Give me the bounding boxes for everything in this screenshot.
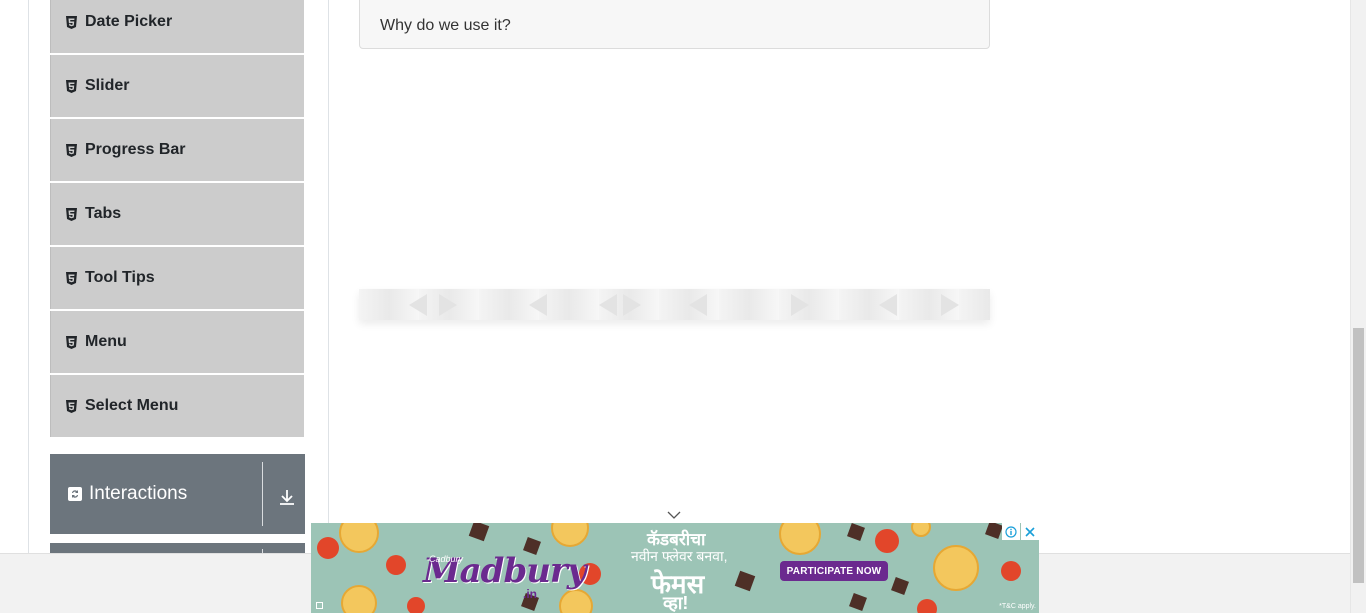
ad-corner-mark (316, 602, 323, 609)
ad-headline-line4: व्हा! (663, 593, 689, 613)
chocolate-decoration (849, 593, 867, 611)
chevron-down-icon[interactable] (666, 508, 682, 520)
sidebar-item-menu[interactable]: Menu (50, 311, 304, 373)
banner-placeholder (359, 289, 990, 320)
ad-banner[interactable]: Madbury Cadbury .in कॅडबरीचा नवीन फ्लेवर… (311, 523, 1039, 613)
left-divider (28, 0, 29, 553)
html5-icon (66, 399, 77, 413)
pineapple-decoration (551, 523, 589, 547)
sidebar-item-progress-bar[interactable]: Progress Bar (50, 119, 304, 181)
faq-question-text: Why do we use it? (380, 17, 511, 34)
ad-headline-line2: नवीन फ्लेवर बनवा, (631, 548, 728, 564)
pineapple-decoration (779, 523, 821, 555)
html5-icon (66, 207, 77, 221)
sidebar-item-slider[interactable]: Slider (50, 55, 304, 117)
group-divider (262, 462, 263, 526)
pineapple-decoration (559, 589, 593, 613)
ad-terms: *T&C apply. (999, 603, 1036, 610)
sidebar-item-label: Menu (85, 333, 127, 350)
sidebar-item-label: Date Picker (85, 13, 173, 30)
pineapple-decoration (341, 585, 377, 613)
sidebar-item-label: Progress Bar (85, 141, 186, 158)
page: Date Picker Slider Progress Bar Tabs Too… (0, 0, 1366, 613)
pineapple-decoration (911, 523, 931, 537)
info-icon[interactable] (1002, 523, 1020, 540)
chocolate-decoration (891, 577, 909, 595)
candy-decoration (917, 599, 937, 613)
pineapple-decoration (933, 545, 979, 591)
sidebar-item-label: Tabs (85, 205, 122, 222)
candy-decoration (875, 529, 899, 553)
close-icon[interactable] (1021, 523, 1039, 540)
sidebar-item-label: Slider (85, 77, 130, 94)
sidebar-item-label: Tool Tips (85, 269, 155, 286)
html5-icon (66, 335, 77, 349)
candy-decoration (407, 597, 425, 613)
sidebar-item-label: Select Menu (85, 397, 179, 414)
sidebar-item-date-picker[interactable]: Date Picker (50, 0, 304, 53)
ad-brand-prefix: Cadbury (429, 554, 464, 564)
candy-decoration (317, 537, 339, 559)
chocolate-decoration (985, 523, 1003, 539)
chocolate-decoration (734, 570, 756, 592)
html5-icon (66, 143, 77, 157)
scrollbar-thumb[interactable] (1353, 328, 1364, 583)
html5-icon (66, 15, 77, 29)
pineapple-decoration (339, 523, 379, 553)
group-header-interactions[interactable]: Interactions (50, 454, 305, 534)
page-scrollbar[interactable] (1350, 0, 1366, 613)
download-arrow-icon[interactable] (278, 488, 296, 506)
candy-decoration (1001, 561, 1021, 581)
html5-icon (66, 79, 77, 93)
ad-brand-suffix: .in (523, 587, 537, 601)
sidebar-item-tabs[interactable]: Tabs (50, 183, 304, 245)
interactions-icon (68, 487, 82, 501)
candy-decoration (386, 555, 406, 575)
participate-now-button[interactable]: PARTICIPATE NOW (780, 561, 888, 581)
sidebar-item-tool-tips[interactable]: Tool Tips (50, 247, 304, 309)
chocolate-decoration (847, 523, 865, 541)
html5-icon (66, 271, 77, 285)
sidebar-divider (328, 0, 329, 553)
faq-question-card[interactable]: Why do we use it? (359, 0, 990, 49)
group-title: Interactions (89, 483, 188, 504)
chocolate-decoration (468, 523, 490, 542)
sidebar-item-select-menu[interactable]: Select Menu (50, 375, 304, 437)
